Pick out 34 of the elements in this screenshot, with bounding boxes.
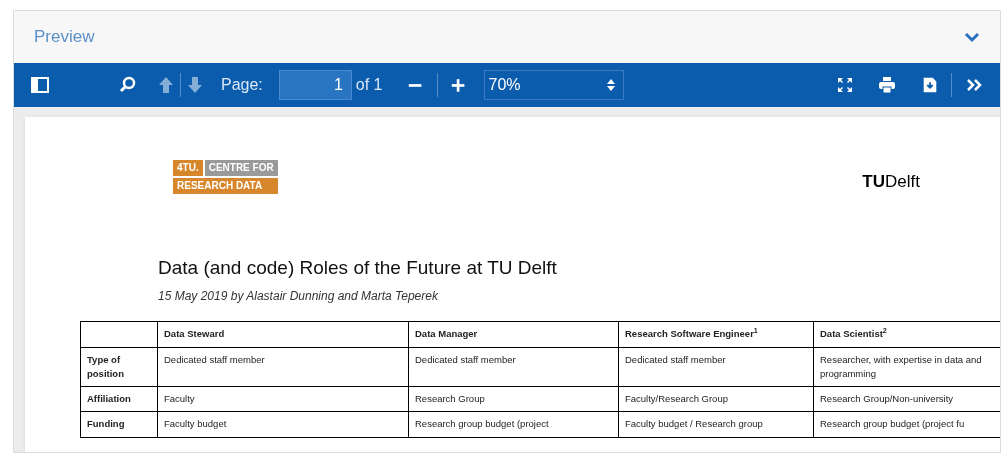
table-cell: Dedicated staff member <box>625 353 726 365</box>
sidebar-toggle-icon[interactable] <box>30 75 50 95</box>
column-header: Data Manager <box>415 327 478 339</box>
page-total: of 1 <box>355 75 383 95</box>
column-header: Research Software Engineer$^{1}$ <box>625 327 758 339</box>
centre-logo: 4TU. CENTRE FOR RESEARCH DATA <box>173 160 278 194</box>
document-title: Data (and code) Roles of the Future at TU Delft <box>158 256 558 280</box>
table-cell: Dedicated staff member <box>164 353 265 365</box>
table-cell: Research group budget (project <box>415 418 549 430</box>
table-cell: Research group budget (project fu <box>820 418 965 430</box>
zoom-select[interactable]: 70% <box>483 70 624 100</box>
column-header: Data Scientist$^{2}$ <box>820 327 887 339</box>
column-header: Data Steward <box>164 327 225 339</box>
row-header: Funding <box>87 418 125 430</box>
table-cell: Faculty <box>164 393 195 404</box>
fullscreen-icon[interactable] <box>835 75 855 95</box>
download-icon[interactable] <box>921 75 939 95</box>
table-cell: Faculty budget <box>164 418 227 430</box>
table-cell: Research Group <box>415 393 485 404</box>
row-header: Type of position <box>87 353 124 379</box>
select-arrows-icon <box>606 79 615 91</box>
table-cell: Researcher, with expertise in data and programming <box>820 353 982 379</box>
page-input[interactable]: 1 <box>278 70 352 100</box>
table-cell: Research Group/Non-university <box>820 393 954 404</box>
university-logo: TUDelft <box>862 170 920 193</box>
table-cell: Faculty budget / Research group <box>625 418 763 430</box>
byline: 15 May 2019 by Alastair Dunning and Marta Teperek <box>158 287 439 305</box>
panel-title: Preview <box>34 26 95 49</box>
table-cell: Dedicated staff member <box>415 353 516 365</box>
search-icon[interactable] <box>118 75 138 95</box>
page-label: Page: <box>221 75 263 95</box>
chevron-icon[interactable] <box>964 31 980 43</box>
table-cell: Faculty/Research Group <box>625 393 728 404</box>
row-header: Affiliation <box>87 393 131 404</box>
